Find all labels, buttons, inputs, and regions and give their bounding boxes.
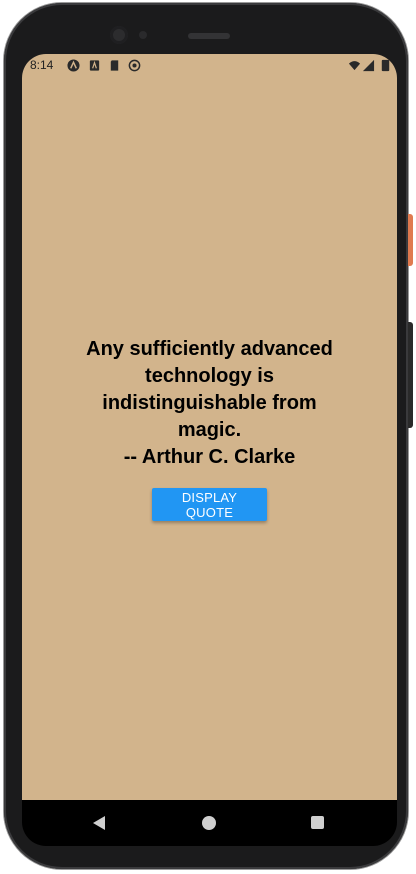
app-screen: 8:14 Any sufficiently advanced technolog…	[22, 54, 397, 800]
display-quote-button[interactable]: DISPLAY QUOTE	[152, 488, 267, 521]
front-camera-icon	[110, 26, 128, 44]
power-button	[408, 214, 413, 266]
earpiece-speaker	[188, 33, 230, 39]
react-native-icon	[67, 59, 80, 72]
home-icon[interactable]	[202, 816, 216, 830]
sd-card-icon	[110, 60, 119, 71]
volume-button	[408, 322, 413, 428]
recents-icon[interactable]	[311, 816, 324, 829]
status-time: 8:14	[30, 58, 54, 72]
navigation-bar	[22, 800, 397, 846]
quote-text: Any sufficiently advanced technology is …	[86, 338, 333, 441]
wifi-icon	[348, 61, 361, 71]
debug-icon	[89, 60, 100, 71]
quote-container: Any sufficiently advanced technology is …	[22, 336, 397, 471]
sync-icon	[128, 59, 141, 72]
back-icon[interactable]	[93, 816, 105, 830]
quote-author: -- Arthur C. Clarke	[123, 446, 296, 468]
battery-icon	[381, 59, 390, 72]
sensor-icon	[139, 31, 147, 39]
signal-icon	[362, 59, 375, 72]
status-bar: 8:14	[22, 54, 397, 78]
